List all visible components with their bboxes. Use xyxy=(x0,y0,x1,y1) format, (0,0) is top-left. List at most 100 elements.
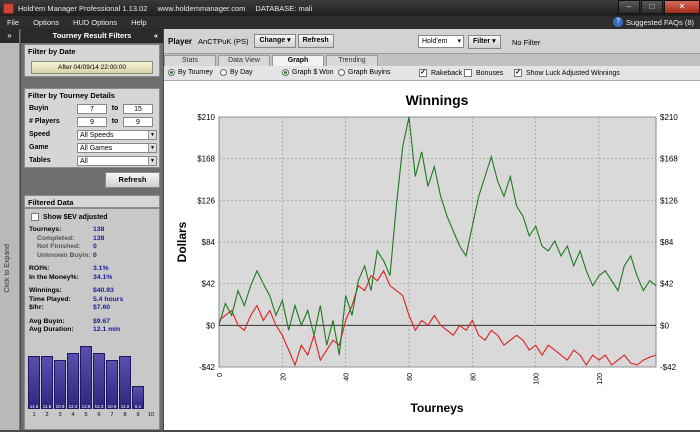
expand-strip[interactable]: » Click to Expand xyxy=(0,29,20,430)
x-tick-label: 100 xyxy=(534,373,541,385)
expand-label: Click to Expand xyxy=(4,244,11,293)
finish-bar xyxy=(41,356,53,409)
finish-bar-position: 6 xyxy=(97,412,101,418)
menu-help[interactable]: Help xyxy=(124,18,153,27)
panel-title: Tourney Result Filters xyxy=(52,31,132,40)
stat-label: Tourneys: xyxy=(29,226,62,233)
stat-value: 0 xyxy=(93,251,97,259)
close-button[interactable]: ✕ xyxy=(664,0,700,14)
game-select[interactable]: All Games ▼ xyxy=(77,142,157,153)
stat-value: 34.1% xyxy=(93,273,113,281)
players-min-input[interactable]: 9 xyxy=(77,116,107,127)
by-day-radio[interactable]: By Day xyxy=(220,69,253,76)
buyin-max-input[interactable]: 15 xyxy=(123,103,153,114)
stat-value: 138 xyxy=(93,234,105,242)
change-player-button[interactable]: Change ▾ xyxy=(254,34,296,48)
y-tick-label-right: $42 xyxy=(660,280,674,289)
main-area: Player AnCTPuK (PS) Change ▾ Refresh Hol… xyxy=(164,29,700,430)
finish-bar xyxy=(93,353,105,409)
filter-panel: Tourney Result Filters « Filter by Date … xyxy=(21,29,163,430)
menu-file[interactable]: File xyxy=(0,18,26,27)
maximize-button[interactable]: □ xyxy=(641,0,663,14)
y-tick-label-left: $126 xyxy=(197,196,215,205)
finish-bar-value: 10.9 xyxy=(107,404,117,409)
player-refresh-button[interactable]: Refresh xyxy=(297,34,334,48)
details-filter-box: Filter by Tourney Details Buyin 7 to 15 … xyxy=(24,88,160,168)
x-tick-label: 120 xyxy=(597,373,604,385)
finish-bar-value: 10.9 xyxy=(55,404,65,409)
stat-label: $/hr: xyxy=(29,304,44,311)
radio-off-icon[interactable] xyxy=(338,69,345,76)
luck-adjusted-label: Show Luck Adjusted Winnings xyxy=(526,69,620,77)
show-ev-checkbox-row[interactable]: Show $EV adjusted xyxy=(25,209,159,221)
filtered-data-box: Show $EV adjusted Tourneys: 138 Completed… xyxy=(24,208,160,430)
stat-label: ROI%: xyxy=(29,265,50,272)
x-tick-label: 20 xyxy=(280,373,287,381)
by-tourney-radio[interactable]: By Tourney xyxy=(168,69,213,76)
y-tick-label-left: $210 xyxy=(197,113,215,122)
stat-label: Avg Buyin: xyxy=(29,317,65,325)
finish-bar-position: 9 xyxy=(136,412,140,418)
menu-options[interactable]: Options xyxy=(26,18,66,27)
tab-graph[interactable]: Graph xyxy=(272,55,324,66)
stat-label: Avg Duration: xyxy=(29,326,74,333)
radio-off-icon[interactable] xyxy=(220,69,227,76)
players-row: # Players 9 to 9 xyxy=(25,115,159,128)
minimize-button[interactable]: – xyxy=(618,0,640,14)
menu-hud-options[interactable]: HUD Options xyxy=(66,18,124,27)
tables-select[interactable]: All ▼ xyxy=(77,155,157,166)
filter-button[interactable]: Filter ▾ xyxy=(468,35,501,49)
tab-stats[interactable]: Stats xyxy=(164,55,216,66)
graph-won-radio[interactable]: Graph $ Won xyxy=(282,69,334,76)
radio-on-icon[interactable] xyxy=(168,69,175,76)
stat-value: $9.67 xyxy=(93,317,111,325)
show-ev-checkbox[interactable] xyxy=(31,213,39,221)
dropdown-arrow-icon[interactable]: ▼ xyxy=(148,156,156,165)
expand-arrow-icon[interactable]: » xyxy=(0,29,19,43)
radio-on-icon[interactable] xyxy=(282,69,289,76)
rakeback-label: Rakeback xyxy=(431,69,463,77)
unchecked-icon[interactable] xyxy=(464,69,472,77)
filter-refresh-button[interactable]: Refresh xyxy=(105,172,160,188)
bonuses-checkbox[interactable]: Bonuses xyxy=(464,69,503,77)
finish-bar-value: 12.3 xyxy=(68,404,78,409)
view-tabs: Stats Data View Graph Trending xyxy=(164,54,700,66)
finish-bar-value: 11.6 xyxy=(120,404,130,409)
x-tick-label: 0 xyxy=(217,373,224,377)
stat-avg-buyin: Avg Buyin: $9.67 xyxy=(25,318,159,327)
chart-title: Winnings xyxy=(406,92,469,108)
game-label: Game xyxy=(29,144,49,151)
title-bar: Hold'em Manager Professional 1.13.02 www… xyxy=(0,0,700,16)
game-value: All Games xyxy=(80,144,113,152)
checked-icon[interactable]: ✓ xyxy=(419,69,427,77)
speed-select[interactable]: All Speeds ▼ xyxy=(77,129,157,140)
date-filter-button[interactable]: After 04/09/14 22:00:00 xyxy=(31,61,153,74)
buyin-min-input[interactable]: 7 xyxy=(77,103,107,114)
tab-trending[interactable]: Trending xyxy=(326,55,378,66)
luck-adjusted-checkbox[interactable]: ✓ Show Luck Adjusted Winnings xyxy=(514,69,620,77)
dropdown-arrow-icon[interactable]: ▼ xyxy=(148,130,156,139)
stat-winnings: Winnings: $40.93 xyxy=(25,287,159,296)
date-filter-box: Filter by Date After 04/09/14 22:00:00 xyxy=(24,44,160,77)
x-tick-label: 40 xyxy=(344,373,351,381)
winnings-chart: -$42 -$42 $0 $0 $42 $42 $84 $84 $126 $126 $168 $168… xyxy=(164,81,700,430)
players-max-input[interactable]: 9 xyxy=(123,116,153,127)
winnings-chart-svg: -$42 -$42 $0 $0 $42 $42 $84 $84 $126 $126 $168 $168… xyxy=(175,92,678,415)
x-axis-label: Tourneys xyxy=(410,401,463,415)
collapse-icon[interactable]: « xyxy=(154,29,158,43)
dropdown-arrow-icon[interactable]: ▼ xyxy=(148,143,156,152)
checked-icon[interactable]: ✓ xyxy=(514,69,522,77)
suggested-faqs[interactable]: ? Suggested FAQs (8) xyxy=(613,17,694,27)
rakeback-checkbox[interactable]: ✓ Rakeback xyxy=(419,69,462,77)
graph-buyins-radio[interactable]: Graph Buyins xyxy=(338,69,390,76)
bonuses-label: Bonuses xyxy=(476,69,504,77)
finish-bar xyxy=(54,359,66,409)
by-tourney-label: By Tourney xyxy=(178,69,213,76)
stat-roi: ROI%: 3.1% xyxy=(25,265,159,274)
stat-label: Not Finished: xyxy=(37,243,81,250)
database-label: DATABASE: mali xyxy=(255,3,313,13)
game-type-select[interactable]: Hold'em ▾ xyxy=(418,35,464,48)
tables-value: All xyxy=(80,157,88,165)
tab-data-view[interactable]: Data View xyxy=(218,55,270,66)
dropdown-arrow-icon[interactable]: ▾ xyxy=(457,36,461,47)
